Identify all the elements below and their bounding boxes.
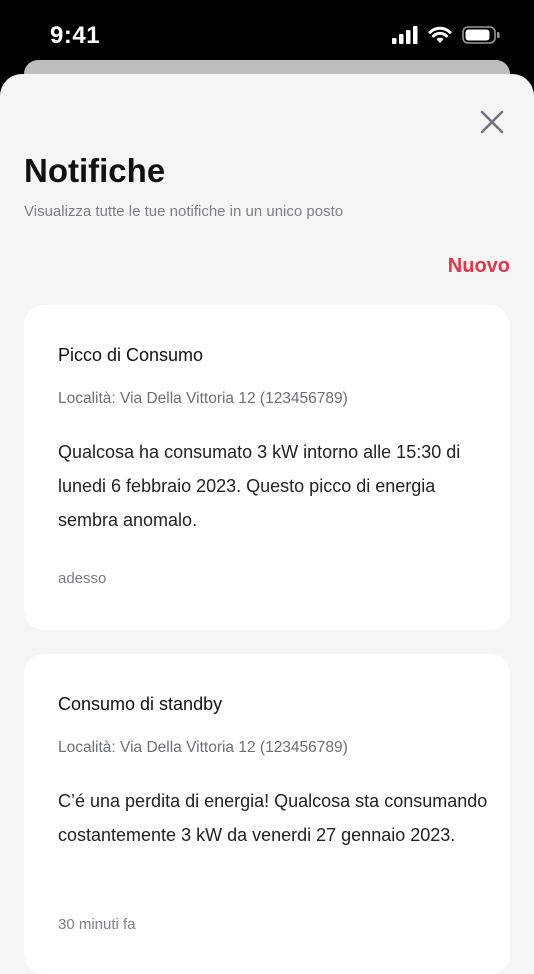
wifi-icon <box>428 26 452 43</box>
notification-title: Picco di Consumo <box>58 345 204 365</box>
notification-time: adesso <box>58 570 107 587</box>
page-title: Notifiche <box>24 152 166 189</box>
notification-body: C’é una perdita di energia! Qualcosa sta… <box>58 791 488 845</box>
notification-card[interactable]: Consumo di standby Località: Via Della V… <box>24 654 510 974</box>
battery-icon <box>462 26 500 44</box>
page-subtitle: Visualizza tutte le tue notifiche in un … <box>24 203 344 220</box>
notification-time: 30 minuti fa <box>58 916 136 933</box>
notification-card[interactable]: Picco di Consumo Località: Via Della Vit… <box>24 305 510 630</box>
notification-location: Località: Via Della Vittoria 12 (1234567… <box>58 739 348 756</box>
notification-location: Località: Via Della Vittoria 12 (1234567… <box>58 390 348 407</box>
status-icons <box>392 26 500 44</box>
signal-icon <box>392 26 418 44</box>
status-time: 9:41 <box>50 22 101 49</box>
notification-body: Qualcosa ha consumato 3 kW intorno alle … <box>58 442 461 530</box>
close-icon[interactable] <box>478 108 506 136</box>
new-section-label: Nuovo <box>447 255 510 277</box>
notification-title: Consumo di standby <box>58 694 223 714</box>
